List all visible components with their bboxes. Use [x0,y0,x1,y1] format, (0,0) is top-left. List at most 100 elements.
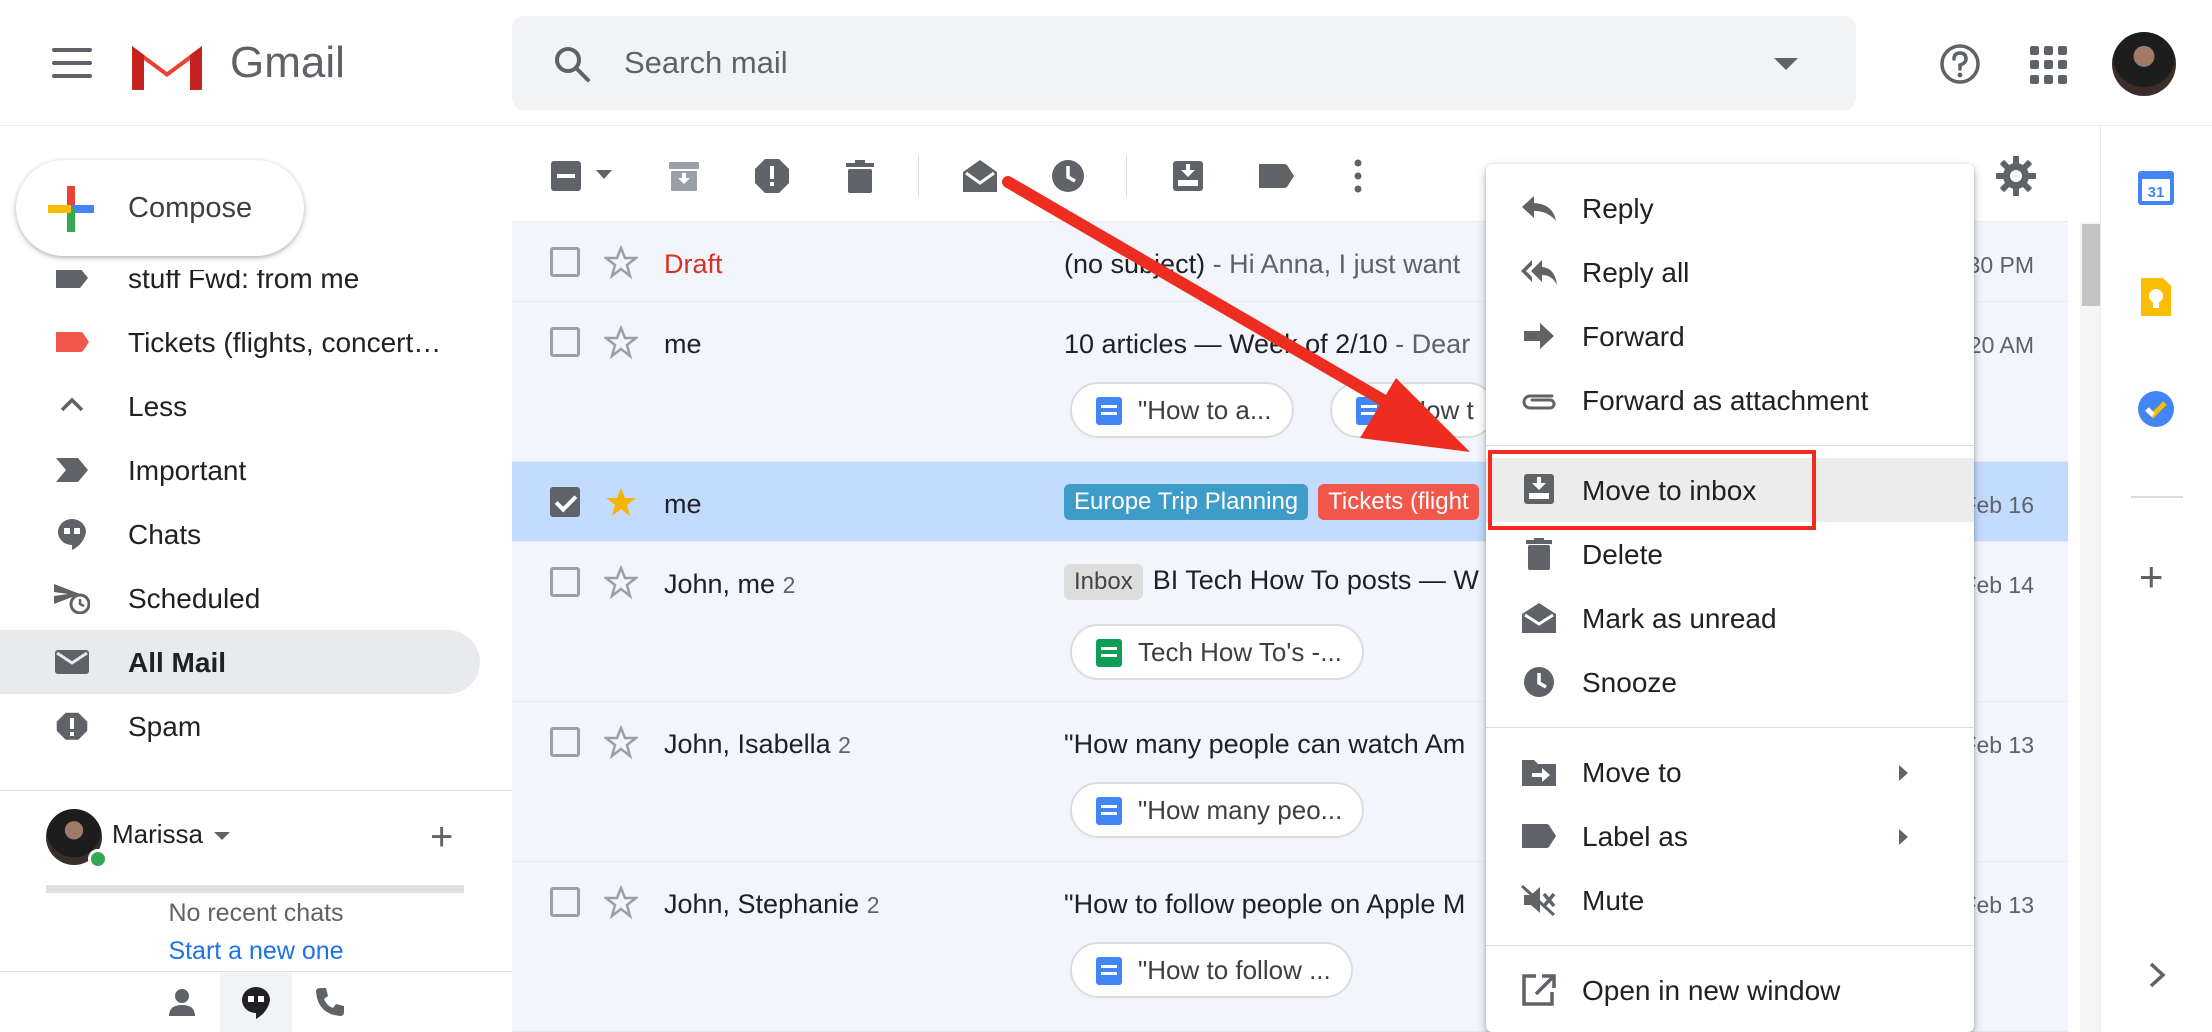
mail-icon [55,650,89,674]
attachment-chip[interactable]: "How to a... [1070,382,1294,438]
account-avatar[interactable] [2112,32,2176,96]
attachment-chip[interactable]: Tech How To's -... [1070,624,1364,680]
email-sender: me [664,329,702,359]
thread-count: 2 [782,572,796,598]
attachment-chip[interactable]: "How many peo... [1070,782,1365,838]
thread-count: 2 [866,892,880,918]
search-bar[interactable] [512,16,1856,110]
menu-item-forward[interactable]: Forward [1486,304,1974,368]
conversations-tab[interactable] [220,972,292,1032]
menu-item-reply-all[interactable]: Reply all [1486,240,1974,304]
sidebar-item-label: stuff Fwd: from me [128,270,360,294]
mail-list-scrollbar[interactable] [2080,222,2102,1032]
contacts-tab[interactable] [146,972,218,1032]
main-menu-icon[interactable] [52,48,92,78]
chat-icon [242,987,270,1019]
sidebar-item-label: Less [128,391,188,422]
email-sender: John, Stephanie 2 [664,889,879,920]
menu-item-open-new-window[interactable]: Open in new window [1486,958,1974,1022]
menu-item-label: Forward as attachment [1582,385,1869,416]
sidebar-item-stuff[interactable]: stuff Fwd: from me [0,270,480,310]
row-checkbox[interactable] [550,247,580,277]
get-addons-icon[interactable]: + [2139,556,2164,598]
sidebar-item-scheduled[interactable]: Scheduled [0,566,480,630]
menu-item-snooze[interactable]: Snooze [1486,650,1974,714]
sidebar-item-chats[interactable]: Chats [0,502,480,566]
menu-item-reply[interactable]: Reply [1486,176,1974,240]
star-icon[interactable] [604,725,638,759]
row-checkbox[interactable] [550,727,580,757]
star-icon[interactable] [604,245,638,279]
delete-icon[interactable] [840,156,880,196]
sidebar-item-label: Scheduled [128,583,261,614]
google-sheets-icon [1096,639,1122,667]
label-tag[interactable]: Europe Trip Planning [1064,484,1309,520]
menu-item-label: Forward [1582,321,1685,352]
thread-count: 2 [838,732,851,758]
google-docs-icon [1096,957,1122,985]
menu-item-move-to[interactable]: Move to [1486,740,1974,804]
search-options-icon[interactable] [1774,58,1798,70]
sidebar-item-tickets[interactable]: Tickets (flights, concert… [0,310,480,374]
settings-gear-icon[interactable] [1994,154,2038,198]
move-to-inbox-icon[interactable] [1168,156,1208,196]
new-conversation-icon[interactable]: + [430,817,453,857]
menu-item-label: Open in new window [1582,975,1841,1006]
toolbar-divider [918,156,919,196]
menu-item-mark-unread[interactable]: Mark as unread [1486,586,1974,650]
menu-item-label: Label as [1582,821,1688,852]
select-all-checkbox-icon[interactable] [546,156,586,196]
attachment-chip[interactable]: "How to follow ... [1070,942,1353,998]
gmail-logo-icon[interactable] [128,36,206,94]
menu-item-delete[interactable]: Delete [1486,522,1974,586]
mark-unread-icon[interactable] [960,156,1000,196]
sidebar-item-spam[interactable]: Spam [0,694,480,758]
start-new-chat-link[interactable]: Start a new one [0,937,512,966]
phone-tab[interactable] [294,972,366,1032]
star-icon[interactable] [604,565,638,599]
sidebar-nav: stuff Fwd: from me Tickets (flights, con… [0,270,512,780]
sidebar-item-all-mail[interactable]: All Mail [0,630,480,694]
row-checkbox[interactable] [550,567,580,597]
label-icon[interactable] [1256,156,1296,196]
menu-item-forward-attachment[interactable]: Forward as attachment [1486,368,1974,432]
label-tag[interactable]: Inbox [1064,564,1143,600]
row-checkbox[interactable] [550,487,580,517]
menu-item-label: Reply [1582,193,1654,224]
scrollbar-thumb[interactable] [2082,224,2100,306]
submenu-arrow-icon [1899,829,1908,845]
calendar-icon[interactable]: 31 [2135,166,2177,208]
select-dropdown-icon[interactable] [596,170,612,179]
star-icon[interactable] [604,885,638,919]
status-dropdown-icon[interactable] [214,832,230,840]
row-checkbox[interactable] [550,887,580,917]
sidebar-item-important[interactable]: Important [0,438,480,502]
row-checkbox[interactable] [550,327,580,357]
snooze-icon[interactable] [1048,156,1088,196]
more-options-icon[interactable] [1338,156,1378,196]
star-icon[interactable] [604,325,638,359]
tasks-icon[interactable] [2135,388,2177,430]
hangouts-user-name[interactable]: Marissa [112,819,203,850]
search-input[interactable] [624,38,1724,88]
menu-item-mute[interactable]: Mute [1486,868,1974,932]
compose-button[interactable]: Compose [16,160,304,256]
email-sender: Draft [664,249,723,279]
search-icon[interactable] [552,44,592,84]
menu-item-label-as[interactable]: Label as [1486,804,1974,868]
star-filled-icon[interactable] [604,485,638,519]
sidebar-item-less[interactable]: Less [0,374,480,438]
spam-icon [56,712,88,740]
archive-icon[interactable] [664,156,704,196]
google-apps-icon[interactable] [2030,46,2068,84]
report-spam-icon[interactable] [752,156,792,196]
snooze-icon [1524,667,1554,697]
label-tag[interactable]: Tickets (flight [1318,484,1479,520]
keep-icon[interactable] [2135,276,2177,318]
attachment-name: Tech How To's -... [1138,637,1342,667]
email-subject-text: BI Tech How To posts — W [1152,565,1479,596]
chevron-right-icon[interactable] [2145,960,2169,990]
help-icon[interactable] [1938,42,1982,86]
attachment-chip[interactable]: "How t [1330,382,1496,438]
svg-text:31: 31 [2148,184,2165,201]
